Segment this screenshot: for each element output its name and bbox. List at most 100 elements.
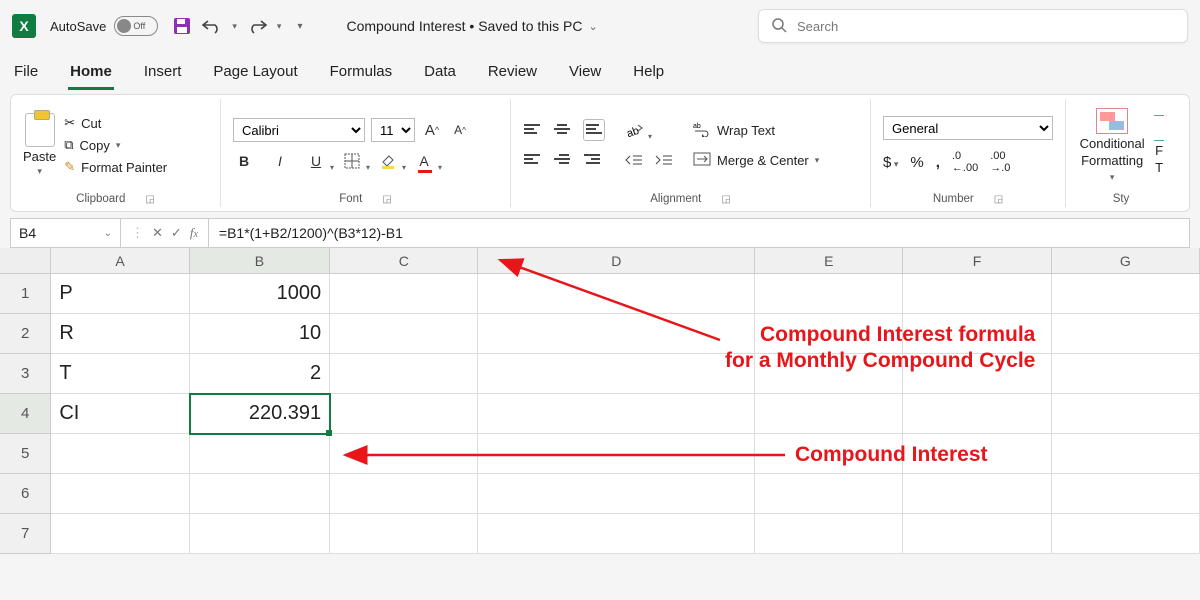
currency-button[interactable]: $ ▾: [883, 154, 898, 171]
undo-dropdown-icon[interactable]: ▾: [232, 21, 237, 32]
autosave-control[interactable]: AutoSave Off: [50, 16, 158, 36]
cell-a4[interactable]: CI: [51, 394, 189, 434]
merge-center-button[interactable]: Merge & Center ▾: [693, 152, 819, 169]
align-center-icon[interactable]: [553, 149, 575, 171]
bold-button[interactable]: B: [233, 150, 255, 172]
align-bottom-icon[interactable]: [583, 119, 605, 141]
cell-c4[interactable]: [330, 394, 478, 434]
cell-e6[interactable]: [755, 474, 903, 514]
enter-icon[interactable]: ✓: [171, 225, 182, 241]
tab-view[interactable]: View: [567, 57, 603, 90]
font-color-button[interactable]: A: [413, 150, 435, 172]
row-header-4[interactable]: 4: [0, 394, 51, 434]
cell-g5[interactable]: [1052, 434, 1200, 474]
redo-icon[interactable]: [247, 16, 267, 36]
cell-c7[interactable]: [330, 514, 478, 554]
cell-g6[interactable]: [1052, 474, 1200, 514]
cell-f1[interactable]: [903, 274, 1051, 314]
name-box[interactable]: B4 ⌄: [11, 219, 121, 247]
borders-button[interactable]: [341, 150, 363, 172]
decrease-decimal-icon[interactable]: .00→.0: [990, 150, 1010, 174]
row-header-6[interactable]: 6: [0, 474, 51, 514]
cancel-icon[interactable]: ✕: [152, 225, 163, 241]
cell-d3[interactable]: [478, 354, 755, 394]
italic-button[interactable]: I: [269, 150, 291, 172]
cell-b7[interactable]: [190, 514, 330, 554]
row-header-3[interactable]: 3: [0, 354, 51, 394]
increase-decimal-icon[interactable]: .0←.00: [952, 150, 978, 174]
cell-c1[interactable]: [330, 274, 478, 314]
align-top-icon[interactable]: [523, 119, 545, 141]
cell-g2[interactable]: [1052, 314, 1200, 354]
save-icon[interactable]: [172, 16, 192, 36]
cell-f5[interactable]: [903, 434, 1051, 474]
cell-e2[interactable]: [755, 314, 903, 354]
cell-g7[interactable]: [1052, 514, 1200, 554]
tab-data[interactable]: Data: [422, 57, 458, 90]
undo-icon[interactable]: [202, 16, 222, 36]
cell-g1[interactable]: [1052, 274, 1200, 314]
clipboard-launcher-icon[interactable]: ◲: [145, 194, 154, 205]
tab-formulas[interactable]: Formulas: [328, 57, 395, 90]
align-middle-icon[interactable]: [553, 119, 575, 141]
cell-a5[interactable]: [51, 434, 189, 474]
tab-review[interactable]: Review: [486, 57, 539, 90]
col-header-f[interactable]: F: [903, 248, 1051, 273]
cell-d4[interactable]: [478, 394, 755, 434]
paste-button[interactable]: Paste ▾: [23, 113, 56, 177]
cell-d2[interactable]: [478, 314, 755, 354]
cell-f6[interactable]: [903, 474, 1051, 514]
font-launcher-icon[interactable]: ◲: [382, 194, 391, 205]
cell-c2[interactable]: [330, 314, 478, 354]
cell-e1[interactable]: [755, 274, 903, 314]
cell-e3[interactable]: [755, 354, 903, 394]
cell-b6[interactable]: [190, 474, 330, 514]
alignment-launcher-icon[interactable]: ◲: [721, 194, 730, 205]
select-all-corner[interactable]: [0, 248, 51, 273]
tab-file[interactable]: File: [12, 57, 40, 90]
cell-c5[interactable]: [330, 434, 478, 474]
document-title[interactable]: Compound Interest • Saved to this PC ⌄: [346, 18, 597, 34]
cell-d6[interactable]: [478, 474, 755, 514]
cell-d1[interactable]: [478, 274, 755, 314]
underline-button[interactable]: U: [305, 150, 327, 172]
format-table-button[interactable]: FT: [1154, 115, 1164, 175]
cell-a1[interactable]: P: [51, 274, 189, 314]
cell-c3[interactable]: [330, 354, 478, 394]
cut-button[interactable]: ✂ Cut: [64, 115, 167, 131]
col-header-g[interactable]: G: [1052, 248, 1200, 273]
fill-color-button[interactable]: [377, 150, 399, 172]
cell-f7[interactable]: [903, 514, 1051, 554]
cell-d5[interactable]: [478, 434, 755, 474]
decrease-indent-icon[interactable]: [623, 149, 645, 171]
wrap-text-button[interactable]: ab Wrap Text: [693, 121, 819, 140]
format-painter-button[interactable]: ✎ Format Painter: [64, 159, 167, 175]
row-header-2[interactable]: 2: [0, 314, 51, 354]
cell-b2[interactable]: 10: [190, 314, 330, 354]
align-right-icon[interactable]: [583, 149, 605, 171]
cell-a2[interactable]: R: [51, 314, 189, 354]
font-size-select[interactable]: 11: [371, 118, 415, 142]
redo-dropdown-icon[interactable]: ▾: [277, 21, 282, 32]
cell-b4[interactable]: 220.391: [190, 394, 330, 434]
tab-page-layout[interactable]: Page Layout: [211, 57, 299, 90]
decrease-font-icon[interactable]: A^: [449, 119, 471, 141]
cell-e5[interactable]: [755, 434, 903, 474]
percent-button[interactable]: %: [910, 154, 923, 171]
tab-help[interactable]: Help: [631, 57, 666, 90]
increase-indent-icon[interactable]: [653, 149, 675, 171]
tab-home[interactable]: Home: [68, 57, 114, 90]
cell-a3[interactable]: T: [51, 354, 189, 394]
number-launcher-icon[interactable]: ◲: [994, 194, 1003, 205]
col-header-d[interactable]: D: [478, 248, 755, 273]
col-header-c[interactable]: C: [330, 248, 478, 273]
cell-f2[interactable]: [903, 314, 1051, 354]
row-header-5[interactable]: 5: [0, 434, 51, 474]
font-name-select[interactable]: Calibri: [233, 118, 365, 142]
cell-f4[interactable]: [903, 394, 1051, 434]
number-format-select[interactable]: General: [883, 116, 1053, 140]
cell-a6[interactable]: [51, 474, 189, 514]
row-header-1[interactable]: 1: [0, 274, 51, 314]
qat-customize-icon[interactable]: ▾: [297, 21, 302, 32]
col-header-b[interactable]: B: [190, 248, 330, 273]
